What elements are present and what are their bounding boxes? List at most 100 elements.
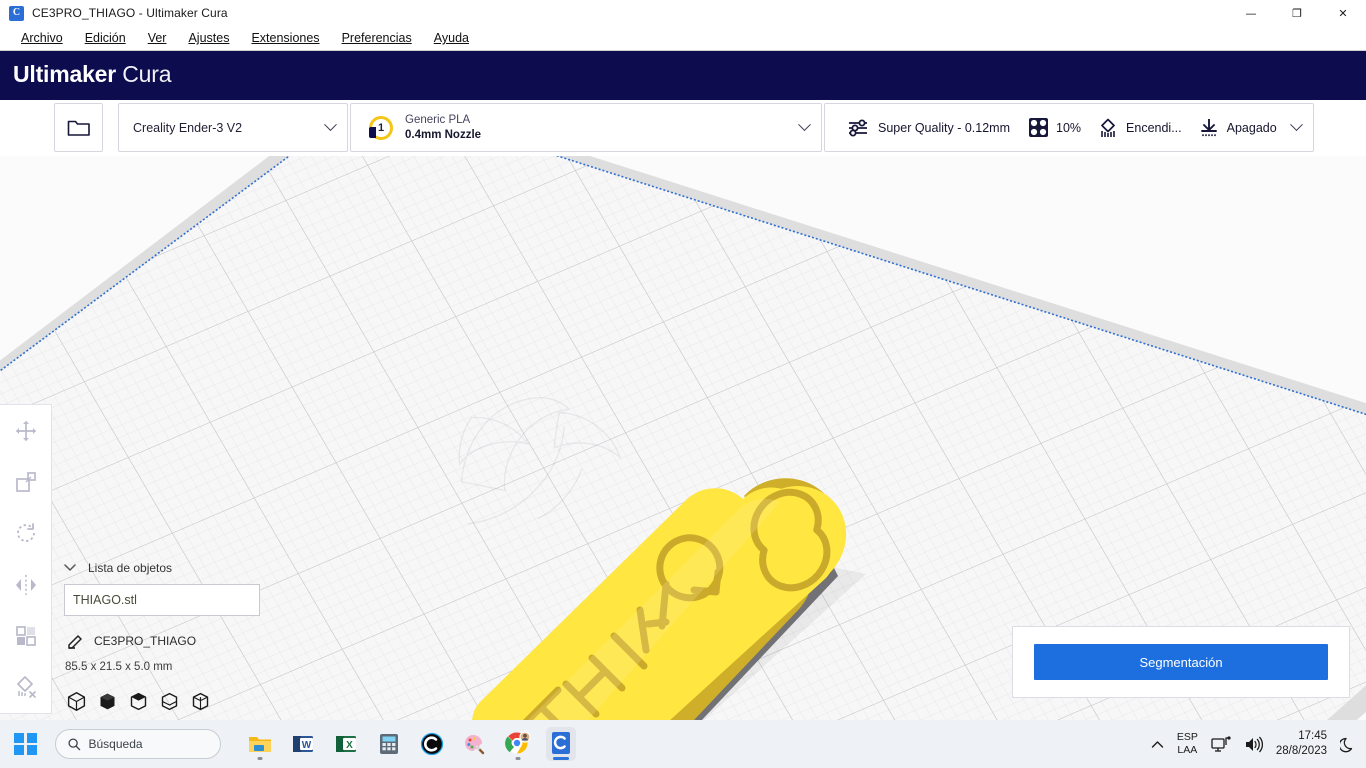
active-indicator	[552, 757, 569, 760]
rotate-tool[interactable]	[0, 508, 52, 559]
menu-edicion[interactable]: Edición	[74, 28, 137, 48]
chrome-icon	[504, 731, 531, 754]
menu-extensiones-label: Extensiones	[251, 31, 320, 45]
move-icon	[15, 420, 36, 441]
profile-item: Super Quality - 0.12mm	[847, 118, 1010, 138]
3d-viewport[interactable]: Lista de objetos THIAGO.stl CE3PRO_THIAG…	[0, 156, 1366, 720]
infill-icon	[1029, 118, 1048, 137]
per-model-settings-icon	[15, 626, 36, 646]
menu-ver[interactable]: Ver	[137, 28, 178, 48]
job-name-row[interactable]: CE3PRO_THIAGO	[64, 632, 274, 649]
taskbar-chrome[interactable]	[503, 727, 533, 761]
model-dimensions: 85.5 x 21.5 x 5.0 mm	[65, 661, 173, 673]
support-blocker-icon	[16, 676, 36, 699]
taskbar-paint[interactable]	[460, 727, 490, 761]
taskbar-excel[interactable]: X	[331, 727, 361, 761]
cura-application-window: C CE3PRO_THIAGO - Ultimaker Cura — ❐ ✕ A…	[0, 0, 1366, 768]
restore-button[interactable]: ❐	[1274, 0, 1320, 26]
view-filled-icon[interactable]	[97, 691, 118, 712]
language-indicator[interactable]: ESP LAA	[1177, 731, 1198, 757]
configuration-toolbar: Creality Ender-3 V2 1 Generic PLA 0.4mm …	[0, 100, 1366, 156]
taskbar-cortana[interactable]	[417, 727, 447, 761]
menu-ajustes-label: Ajustes	[188, 31, 230, 45]
search-icon	[67, 738, 80, 751]
moon-icon	[1340, 737, 1353, 752]
network-icon	[1211, 735, 1231, 752]
taskbar-left: Búsqueda	[14, 729, 221, 759]
support-blocker-tool[interactable]	[0, 662, 52, 713]
object-file-name[interactable]: THIAGO.stl	[64, 584, 260, 616]
view-layers-icon[interactable]	[159, 691, 180, 712]
search-placeholder: Búsqueda	[88, 737, 143, 751]
mirror-icon	[15, 574, 36, 595]
scale-icon	[15, 472, 36, 492]
taskbar-file-explorer[interactable]	[245, 727, 275, 761]
clock[interactable]: 17:45 28/8/2023	[1276, 729, 1327, 759]
menu-preferencias[interactable]: Preferencias	[331, 28, 423, 48]
close-button[interactable]: ✕	[1320, 0, 1366, 26]
taskbar-word[interactable]: W	[288, 727, 318, 761]
view-solid-icon[interactable]	[66, 691, 87, 712]
running-indicator	[515, 757, 520, 760]
taskbar-apps: W X	[245, 727, 576, 761]
infill-value: 10%	[1056, 120, 1082, 135]
clock-time: 17:45	[1298, 730, 1327, 743]
brand-logo: Ultimaker Cura	[13, 61, 171, 88]
calculator-icon	[379, 734, 398, 754]
machine-selector[interactable]: Creality Ender-3 V2	[118, 103, 348, 152]
cortana-icon	[420, 732, 443, 756]
chevron-down-icon	[324, 118, 337, 132]
minimize-button[interactable]: —	[1228, 0, 1274, 26]
folder-open-icon	[67, 120, 90, 136]
notifications-button[interactable]	[1340, 736, 1356, 753]
menu-extensiones[interactable]: Extensiones	[240, 28, 330, 48]
windows-taskbar: Búsqueda W X ESP LAA 17:45 28/8/2023	[0, 720, 1366, 768]
per-model-settings-tool[interactable]	[0, 610, 52, 661]
rotate-icon	[16, 523, 35, 543]
taskbar-search[interactable]: Búsqueda	[54, 729, 221, 759]
chevron-down-icon	[1290, 118, 1303, 132]
object-list-panel: Lista de objetos THIAGO.stl CE3PRO_THIAG…	[64, 561, 274, 712]
machine-name: Creality Ender-3 V2	[133, 120, 243, 135]
scale-tool[interactable]	[0, 456, 52, 507]
support-item: Encendi...	[1097, 117, 1182, 139]
menu-ver-label: Ver	[147, 31, 167, 45]
excel-icon: X	[335, 736, 356, 752]
paint-icon	[464, 735, 484, 755]
print-settings-selector[interactable]: Super Quality - 0.12mm 10% Encendi... Ap…	[824, 103, 1314, 152]
clock-date: 28/8/2023	[1275, 745, 1327, 757]
network-button[interactable]	[1211, 735, 1231, 753]
brand-cura: Cura	[122, 61, 172, 87]
move-tool[interactable]	[0, 405, 52, 456]
object-list-title: Lista de objetos	[88, 561, 173, 575]
menu-ayuda-label: Ayuda	[433, 31, 469, 45]
taskbar-cura[interactable]	[545, 727, 576, 761]
action-panel: Segmentación	[1012, 626, 1350, 698]
pencil-icon	[68, 635, 82, 649]
mirror-tool[interactable]	[0, 559, 52, 610]
windows-start-icon[interactable]	[14, 732, 37, 756]
extruder-badge: 1	[369, 115, 393, 140]
language-line2: LAA	[1177, 744, 1198, 756]
menu-archivo[interactable]: Archivo	[10, 28, 74, 48]
cura-icon: C	[9, 5, 24, 21]
cura-icon	[551, 732, 570, 754]
adhesion-icon	[1200, 118, 1217, 136]
view-wire-icon[interactable]	[190, 691, 211, 712]
svg-text:X: X	[346, 740, 353, 751]
view-xray-icon[interactable]	[128, 691, 149, 712]
title-bar: C CE3PRO_THIAGO - Ultimaker Cura — ❐ ✕	[0, 0, 1366, 26]
infill-item: 10%	[1028, 117, 1081, 138]
object-list-header[interactable]: Lista de objetos	[64, 561, 274, 575]
svg-text:W: W	[301, 740, 311, 751]
material-selector[interactable]: 1 Generic PLA 0.4mm Nozzle	[350, 103, 822, 152]
cura-header: Ultimaker Cura PREPARAR VISTA PREVIA SUP…	[0, 51, 1366, 139]
taskbar-calculator[interactable]	[374, 727, 404, 761]
menu-ayuda[interactable]: Ayuda	[423, 28, 480, 48]
window-title: CE3PRO_THIAGO - Ultimaker Cura	[32, 6, 228, 20]
tray-overflow-button[interactable]	[1151, 740, 1164, 749]
volume-button[interactable]	[1244, 736, 1263, 753]
menu-ajustes[interactable]: Ajustes	[177, 28, 240, 48]
slice-button[interactable]: Segmentación	[1034, 644, 1328, 680]
open-file-button[interactable]	[54, 103, 103, 152]
